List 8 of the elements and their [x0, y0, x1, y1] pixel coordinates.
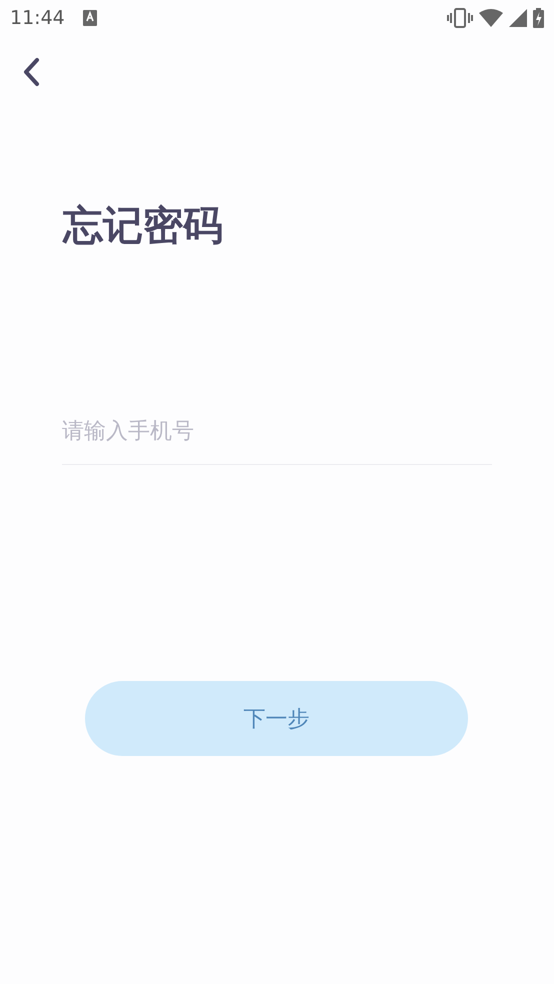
page-title: 忘记密码 [63, 202, 223, 251]
status-time: 11:44 [10, 7, 65, 29]
battery-icon [533, 8, 544, 28]
vibrate-icon [447, 8, 473, 28]
wifi-icon [479, 9, 503, 27]
signal-icon [509, 9, 527, 27]
keyboard-icon [82, 10, 97, 26]
phone-input-field[interactable]: 请输入手机号 [62, 413, 492, 465]
